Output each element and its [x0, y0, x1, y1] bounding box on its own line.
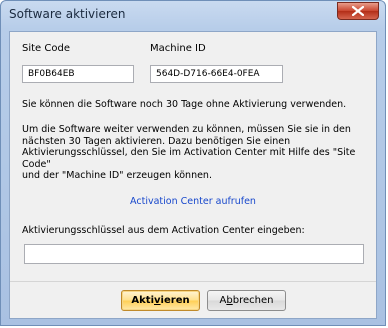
cancel-label-post: brechen [232, 295, 274, 306]
activation-key-input[interactable] [24, 244, 364, 264]
close-icon [352, 6, 364, 16]
activation-dialog: Software aktivieren Site Code Machine ID… [0, 0, 386, 326]
machine-id-label: Machine ID [150, 43, 206, 54]
window-title: Software aktivieren [9, 7, 126, 21]
activation-key-label: Aktivierungsschlüssel aus dem Activation… [22, 225, 305, 236]
dialog-body: Site Code Machine ID BF0B64EB 564D-D716-… [9, 31, 377, 319]
activate-label-post: ieren [160, 295, 190, 306]
close-button[interactable] [337, 2, 379, 20]
site-code-field[interactable]: BF0B64EB [22, 65, 134, 83]
button-separator [10, 281, 376, 282]
activate-label-pre: Akti [131, 295, 155, 306]
title-bar[interactable]: Software aktivieren [1, 1, 385, 29]
activate-button[interactable]: Aktivieren [121, 290, 200, 311]
site-code-label: Site Code [22, 43, 70, 54]
machine-id-field[interactable]: 564D-D716-66E4-0FEA [150, 65, 283, 83]
cancel-button[interactable]: Abbrechen [207, 290, 286, 311]
activation-center-link[interactable]: Activation Center aufrufen [10, 196, 376, 207]
trial-notice-text: Sie können die Software noch 30 Tage ohn… [22, 99, 347, 110]
instructions-text: Um die Software weiter verwenden zu könn… [22, 124, 356, 181]
